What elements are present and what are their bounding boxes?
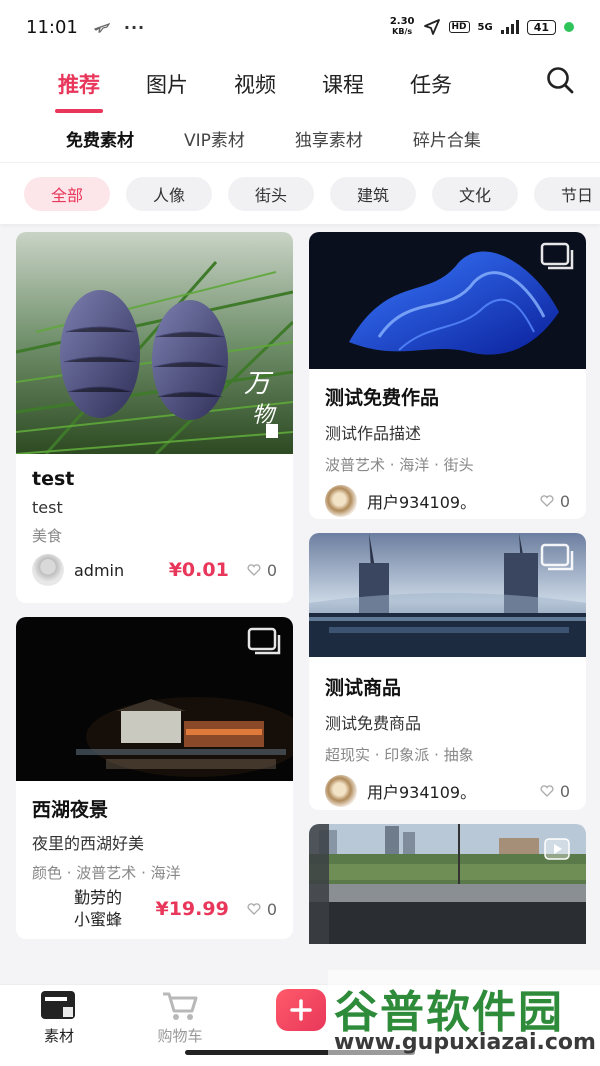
materials-icon [41, 991, 75, 1019]
heart-icon [540, 495, 554, 507]
airplane-icon [93, 23, 110, 33]
chip-architecture[interactable]: 建筑 [330, 176, 416, 211]
sub-tabs: 免费素材 VIP素材 独享素材 碎片合集 [0, 114, 600, 162]
card-description: 夜里的西湖好美 [32, 834, 145, 853]
card-footer: 用户934109。 0 [309, 485, 586, 517]
status-bar: 11:01 ··· 2.30 KB/s HD 5G 41 [0, 0, 600, 54]
heart-icon [247, 903, 261, 915]
card-tags: 美食 [32, 527, 63, 545]
chip-festival[interactable]: 节日 [534, 176, 600, 211]
author-name[interactable]: 勤劳的 小蜜蜂 [74, 887, 122, 931]
like-button[interactable]: 0 [540, 492, 570, 511]
gallery-stack-icon [540, 543, 574, 571]
material-card[interactable]: 万 物 test test 美食 admin ¥0.01 0 [16, 232, 293, 603]
heart-icon [247, 564, 261, 576]
watermark-url: www.gupuxiazai.com [334, 1030, 596, 1055]
card-price: ¥0.01 [168, 559, 229, 581]
material-card[interactable]: 西湖夜景 夜里的西湖好美 颜色 · 波普艺术 · 海洋 勤劳的 小蜜蜂 ¥19.… [16, 617, 293, 939]
tab-courses[interactable]: 课程 [322, 69, 364, 99]
author-name[interactable]: 用户934109。 [367, 489, 476, 513]
card-image [309, 232, 586, 369]
author-name[interactable]: 用户934109。 [367, 779, 476, 803]
card-image [309, 533, 586, 657]
location-arrow-icon [423, 19, 440, 35]
nav-materials-label: 素材 [43, 1027, 74, 1045]
like-button[interactable]: 0 [247, 561, 277, 580]
search-icon[interactable] [544, 64, 576, 96]
hd-badge: HD [448, 21, 470, 33]
card-title: 测试免费作品 [325, 387, 440, 409]
card-tags: 颜色 · 波普艺术 · 海洋 [32, 864, 181, 882]
author-name[interactable]: admin [74, 561, 124, 580]
watermark: 谷普软件园 www.gupuxiazai.com [328, 970, 600, 1066]
chip-culture[interactable]: 文化 [432, 176, 518, 211]
card-footer: 勤劳的 小蜜蜂 ¥19.99 0 [16, 887, 293, 931]
heart-icon [540, 785, 554, 797]
network-type: 5G [477, 21, 493, 33]
material-card[interactable] [309, 824, 586, 944]
like-button[interactable]: 0 [247, 900, 277, 919]
plus-icon [290, 999, 312, 1021]
card-title: test [32, 468, 75, 490]
material-card[interactable]: 测试免费作品 测试作品描述 波普艺术 · 海洋 · 街头 用户934109。 0 [309, 232, 586, 519]
material-card[interactable]: 测试商品 测试免费商品 超现实 · 印象派 · 抽象 用户934109。 0 [309, 533, 586, 810]
like-count: 0 [559, 491, 570, 511]
avatar[interactable] [325, 775, 357, 807]
nav-materials[interactable]: 素材 [14, 985, 104, 1046]
card-title: 测试商品 [325, 677, 402, 699]
chip-street[interactable]: 街头 [228, 176, 314, 211]
card-image [309, 824, 586, 944]
tab-images[interactable]: 图片 [146, 69, 188, 99]
card-tags: 波普艺术 · 海洋 · 街头 [325, 456, 474, 474]
card-footer: admin ¥0.01 0 [16, 554, 293, 586]
gallery-stack-icon [247, 627, 281, 655]
tab-tasks[interactable]: 任务 [410, 69, 452, 99]
avatar[interactable] [325, 485, 357, 517]
privacy-dot-icon [564, 22, 574, 32]
status-time: 11:01 [26, 16, 78, 38]
tab-videos[interactable]: 视频 [234, 69, 276, 99]
avatar[interactable] [32, 893, 64, 925]
pinecone-photo: 万 物 [16, 232, 293, 454]
card-price: ¥19.99 [155, 898, 229, 920]
subtab-free[interactable]: 免费素材 [66, 126, 134, 151]
signal-icon [500, 20, 519, 34]
card-description: test [32, 498, 63, 517]
shopping-cart-icon [163, 992, 198, 1020]
battery-indicator: 41 [526, 19, 556, 35]
card-description: 测试作品描述 [325, 424, 422, 443]
like-count: 0 [266, 560, 277, 580]
card-tags: 超现实 · 印象派 · 抽象 [325, 746, 474, 764]
subtab-collection[interactable]: 碎片合集 [413, 126, 481, 151]
filter-chips: 全部 人像 街头 建筑 文化 节日 [0, 162, 600, 224]
gallery-stack-icon [540, 242, 574, 270]
subtab-vip[interactable]: VIP素材 [184, 126, 245, 151]
card-image [16, 617, 293, 781]
network-speed: 2.30 KB/s [389, 16, 415, 37]
like-count: 0 [266, 899, 277, 919]
avatar[interactable] [32, 554, 64, 586]
svg-text:万: 万 [244, 369, 274, 399]
card-footer: 用户934109。 0 [309, 775, 586, 807]
card-image: 万 物 [16, 232, 293, 454]
like-button[interactable]: 0 [540, 782, 570, 801]
like-count: 0 [559, 781, 570, 801]
subtab-exclusive[interactable]: 独享素材 [295, 126, 363, 151]
card-description: 测试免费商品 [325, 714, 422, 733]
card-title: 西湖夜景 [32, 799, 109, 821]
tab-recommend[interactable]: 推荐 [55, 69, 103, 113]
chip-all[interactable]: 全部 [24, 176, 110, 211]
chip-portrait[interactable]: 人像 [126, 176, 212, 211]
video-play-icon [544, 838, 570, 860]
nav-cart-label: 购物车 [157, 1027, 203, 1045]
top-tabs: 推荐 图片 视频 课程 任务 [0, 54, 600, 114]
nav-cart[interactable]: 购物车 [135, 985, 225, 1046]
add-button[interactable] [276, 989, 326, 1031]
more-dots-icon: ··· [123, 17, 146, 37]
